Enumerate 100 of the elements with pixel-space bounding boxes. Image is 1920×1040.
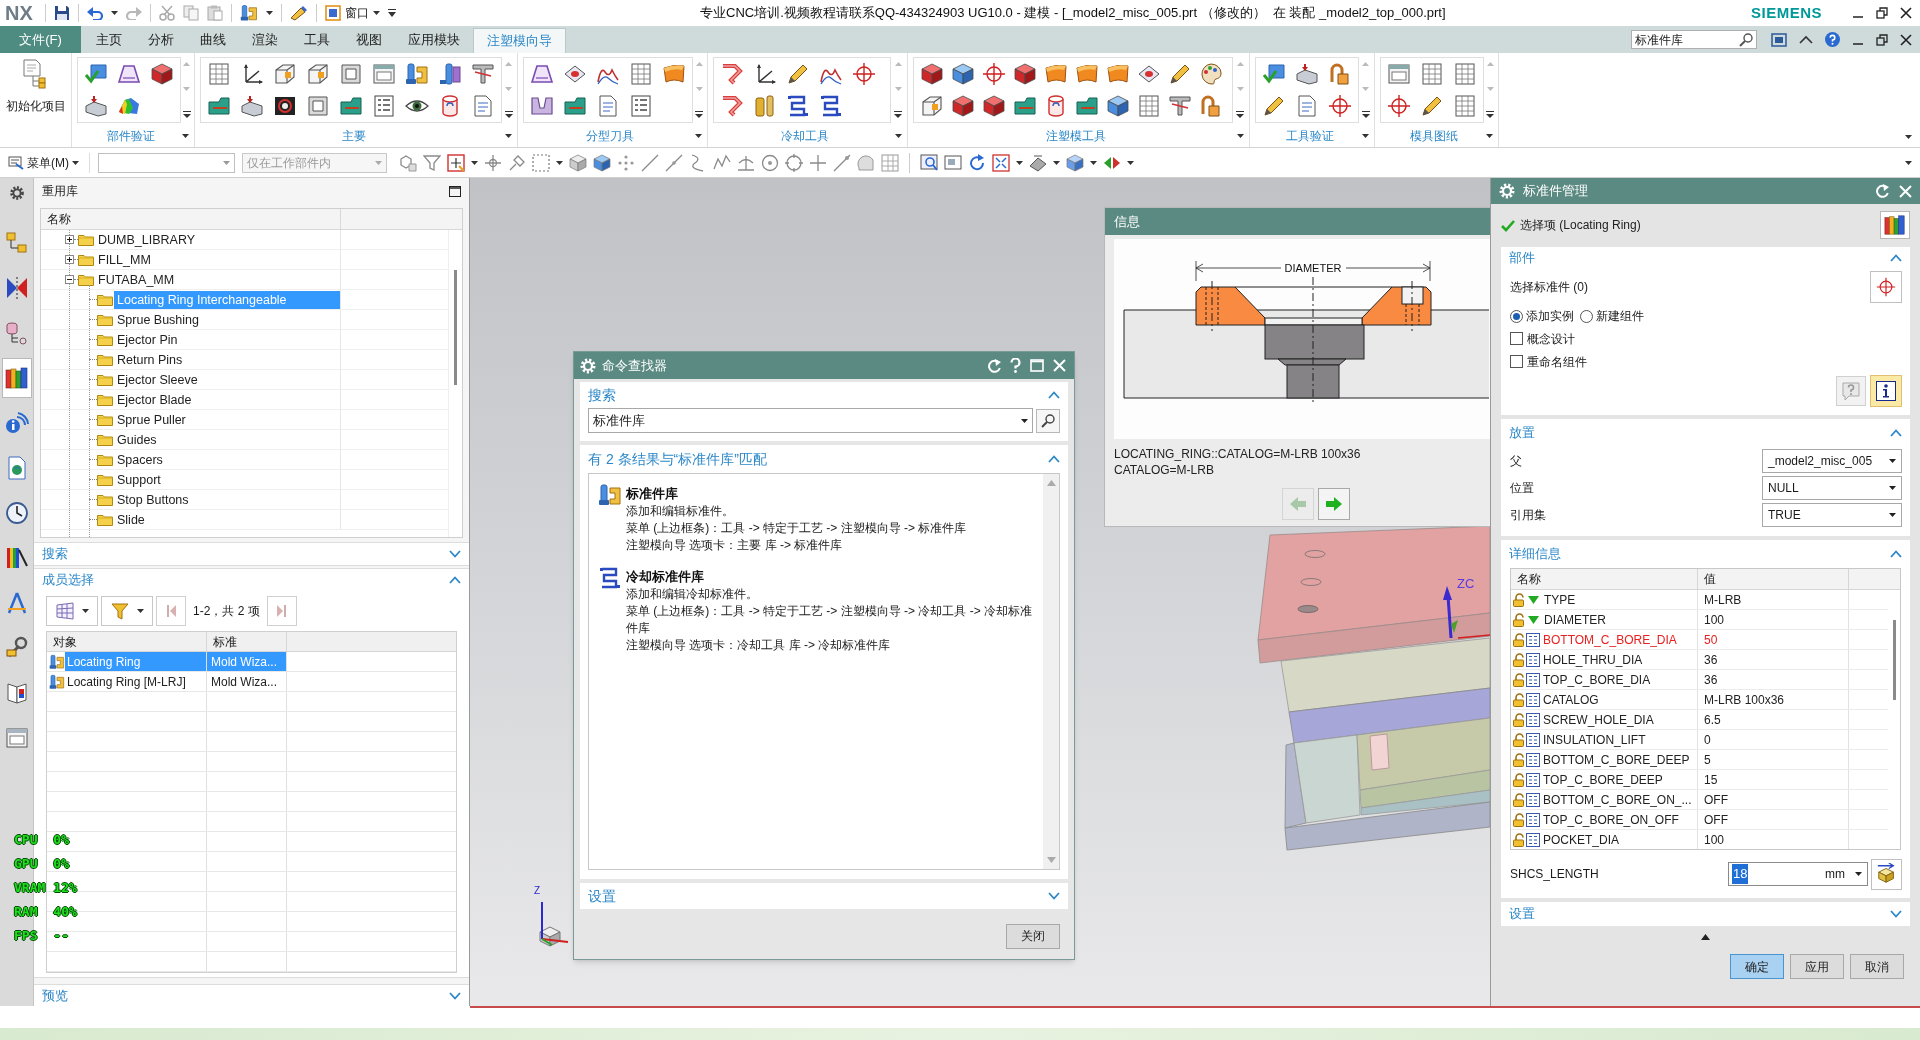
snap-icon[interactable] (508, 153, 526, 172)
wireframe-box-icon[interactable] (273, 62, 297, 86)
table-cell[interactable]: Mold Wiza... (207, 672, 286, 691)
ribbon-tab[interactable]: 主页 (83, 26, 135, 53)
frame-icon[interactable] (306, 94, 330, 118)
fullscreen-icon[interactable] (1771, 32, 1787, 47)
pencil-icon[interactable] (1168, 62, 1192, 86)
next-button[interactable] (1318, 488, 1350, 520)
lock-icon[interactable] (1513, 752, 1525, 767)
parameter-value[interactable]: 15 (1704, 770, 1718, 789)
tree-item[interactable]: Sprue Puller (114, 410, 189, 429)
arrow-block-icon[interactable] (84, 94, 108, 118)
move-icon[interactable] (484, 153, 502, 172)
search-button[interactable] (1036, 408, 1060, 433)
caret-icon[interactable] (1855, 872, 1862, 876)
funnel-icon[interactable] (423, 153, 441, 172)
sheet-icon[interactable] (1075, 62, 1099, 86)
arrow-block-icon[interactable] (1295, 62, 1319, 86)
caret-icon[interactable] (471, 160, 478, 165)
grid-icon[interactable] (1420, 62, 1444, 86)
trapezoid-icon[interactable] (117, 62, 141, 86)
init-project-button[interactable]: 初始化项目 (0, 53, 72, 147)
tree-item[interactable]: Support (114, 470, 164, 489)
lock-icon[interactable] (1513, 652, 1525, 667)
more-icon[interactable] (1361, 111, 1370, 118)
polyline-icon[interactable] (713, 153, 731, 172)
section-header[interactable]: 放置 (1509, 423, 1535, 443)
fit-view-icon[interactable] (992, 153, 1010, 172)
ribbon-tab[interactable]: 注塑模向导 (473, 28, 566, 53)
arrow-block-icon[interactable] (240, 94, 264, 118)
caret-icon[interactable] (1362, 134, 1369, 138)
chevron-down-icon[interactable] (449, 992, 461, 1000)
pencil-icon[interactable] (1420, 94, 1444, 118)
resource-tab[interactable] (1, 358, 32, 398)
palette-icon[interactable] (1199, 62, 1223, 86)
close-icon[interactable] (1900, 7, 1912, 19)
close-icon[interactable] (1900, 33, 1912, 46)
dialog-button[interactable]: 确定 (1730, 954, 1784, 979)
search-icon[interactable] (1739, 32, 1753, 47)
select-part-button[interactable] (1870, 271, 1902, 303)
bolt-icon[interactable] (239, 4, 258, 22)
lock-icon[interactable] (1513, 692, 1525, 707)
settings-icon[interactable] (9, 186, 24, 200)
checkbox-option[interactable]: 概念设计 (1501, 327, 1575, 350)
dropdown[interactable]: _model2_misc_005 (1762, 448, 1902, 473)
radio-icon[interactable] (1580, 309, 1593, 323)
crosshair-icon[interactable] (1387, 94, 1411, 118)
folder-icon[interactable] (207, 94, 231, 118)
line-icon[interactable] (665, 153, 683, 172)
reset-icon[interactable] (987, 358, 1001, 373)
parts-filter-icon[interactable] (399, 153, 417, 172)
chevron-up-icon[interactable] (449, 576, 461, 584)
dropdown[interactable]: NULL (1762, 475, 1902, 500)
ribbon-tab[interactable]: 工具 (291, 26, 343, 53)
cube-icon[interactable] (150, 62, 174, 86)
grid-icon[interactable] (1137, 94, 1161, 118)
section-header[interactable]: 搜索 (588, 384, 616, 406)
parameter-value[interactable]: 6.5 (1704, 710, 1721, 729)
caret-icon[interactable] (72, 160, 79, 165)
caret-icon[interactable] (895, 134, 902, 138)
serpentine-icon[interactable] (598, 566, 622, 590)
caret-icon[interactable] (182, 134, 189, 138)
tree-item[interactable]: FILL_MM (95, 250, 154, 269)
maximize-icon[interactable] (449, 185, 461, 197)
chevron-up-icon[interactable] (1048, 391, 1060, 399)
sheet-icon[interactable] (662, 62, 686, 86)
pencil-icon[interactable] (786, 62, 810, 86)
shading-icon[interactable] (1029, 153, 1047, 172)
chevron-down-icon[interactable] (1890, 910, 1902, 918)
parameter-value[interactable]: 0 (1704, 730, 1711, 749)
window-menu[interactable]: 窗口 (324, 4, 380, 22)
caret-icon[interactable] (1889, 512, 1896, 517)
collapse-ribbon-icon[interactable] (1799, 35, 1813, 44)
tree-item[interactable]: Ejector Blade (114, 390, 195, 409)
cube-icon[interactable] (951, 94, 975, 118)
more-icon[interactable] (182, 111, 191, 118)
lock-icon[interactable] (1513, 632, 1525, 647)
parameter-value[interactable]: M-LRB 100x36 (1704, 690, 1785, 709)
command-search-field[interactable]: 标准件库 (1631, 30, 1757, 49)
caret-icon[interactable] (265, 11, 273, 15)
dialog-button[interactable]: 应用 (1790, 954, 1844, 979)
save-icon[interactable] (53, 5, 70, 21)
tree-item[interactable]: Sprue Bushing (114, 310, 202, 329)
parameter-value[interactable]: OFF (1704, 790, 1728, 809)
chevron-down-icon[interactable] (449, 550, 461, 558)
bolt-icon[interactable] (598, 483, 622, 507)
cube-icon[interactable] (951, 62, 975, 86)
parameter-value[interactable]: M-LRB (1704, 590, 1742, 609)
ring-icon[interactable] (273, 94, 297, 118)
lock-icon[interactable] (1513, 792, 1525, 807)
chevron-up-icon[interactable] (1048, 455, 1060, 463)
help-icon[interactable] (1010, 358, 1021, 373)
caret-icon[interactable] (372, 11, 380, 15)
ribbon-tab[interactable]: 应用模块 (395, 26, 473, 53)
file-tab[interactable]: 文件(F) (0, 26, 81, 53)
folder-icon[interactable] (1075, 94, 1099, 118)
trapezoid-icon[interactable] (530, 62, 554, 86)
radio-icon[interactable] (1510, 309, 1523, 323)
folder-icon[interactable] (1013, 94, 1037, 118)
section-header[interactable]: 成员选择 (42, 570, 94, 590)
